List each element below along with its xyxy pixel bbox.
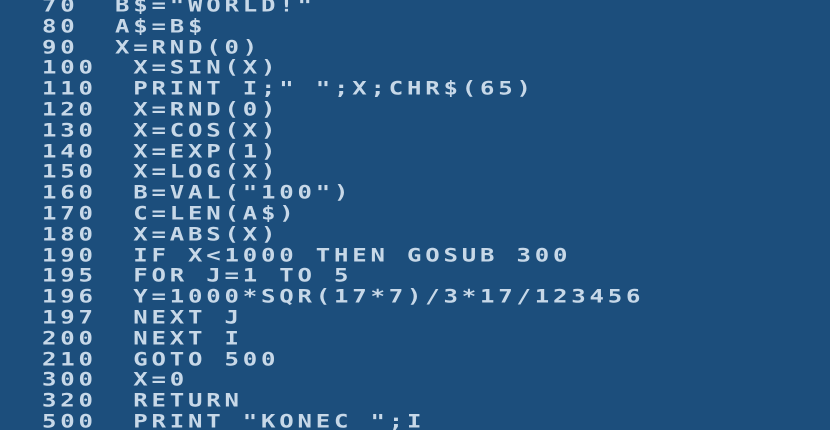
program-line: 195 FOR J=1 TO 5 [42, 264, 353, 287]
program-line: 90 X=RND(0) [42, 35, 261, 58]
program-line: 190 IF X<1000 THEN GOSUB 300 [42, 243, 572, 266]
program-line: 197 NEXT J [42, 306, 243, 328]
program-line: 500 PRINT "KONEC ";I [42, 410, 426, 430]
program-listing: 70 B$="WORLD!" 80 A$=B$ 90 X=RND(0) 100 … [42, 0, 644, 430]
program-line: 70 B$="WORLD!" [42, 0, 316, 17]
program-line: 80 A$=B$ [42, 14, 207, 37]
program-line: 210 GOTO 500 [42, 347, 280, 370]
program-line: 100 X=SIN(X) [42, 56, 280, 79]
program-line: 180 X=ABS(X) [42, 222, 280, 245]
program-line: 300 X=0 [42, 368, 188, 391]
basic-editor-screen[interactable]: 70 B$="WORLD!" 80 A$=B$ 90 X=RND(0) 100 … [0, 0, 830, 430]
program-line: 320 RETURN [42, 389, 243, 412]
program-line: 110 PRINT I;" ";X;CHR$(65) [42, 77, 535, 100]
program-line: 130 X=COS(X) [42, 118, 280, 141]
program-line: 200 NEXT I [42, 326, 243, 349]
program-line: 140 X=EXP(1) [42, 139, 280, 162]
program-line: 196 Y=1000*SQR(17*7)/3*17/123456 [42, 285, 645, 308]
program-line: 160 B=VAL("100") [42, 181, 353, 204]
program-line: 120 X=RND(0) [42, 98, 280, 120]
program-line: 150 X=LOG(X) [42, 160, 280, 183]
program-line: 170 C=LEN(A$) [42, 202, 298, 224]
